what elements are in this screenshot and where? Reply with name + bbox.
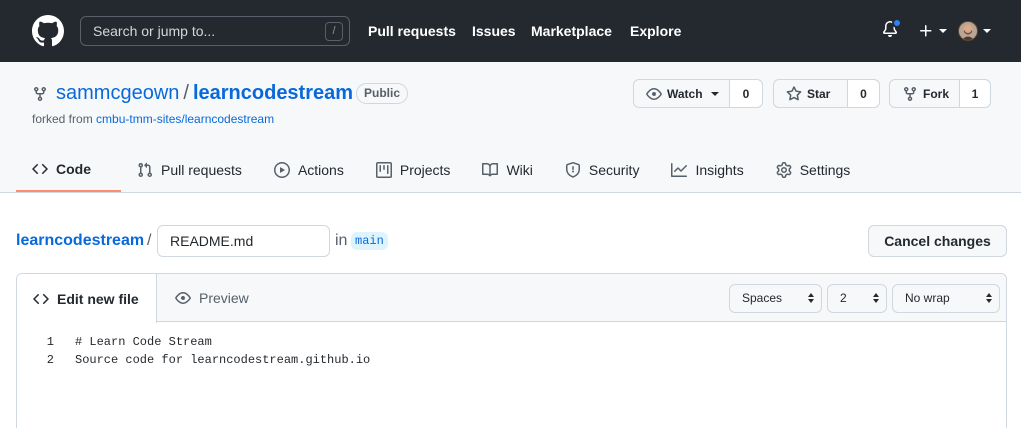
chevron-down-icon [939,29,947,34]
repo-title-separator: / [183,82,189,104]
tab-code-label: Code [56,161,91,177]
breadcrumb-repo-link[interactable]: learncodestream [16,232,144,250]
tab-projects-label: Projects [399,162,451,178]
wrap-mode-select[interactable]: No wrap [892,284,1000,313]
repo-title: sammcgeown / learncodestream [56,82,353,105]
eye-icon [646,87,662,100]
chevron-down-icon [983,29,991,33]
plus-icon [920,25,932,37]
tab-actions[interactable]: Actions [258,148,360,192]
eye-icon [175,292,191,304]
tab-insights[interactable]: Insights [655,148,759,192]
tab-security[interactable]: Security [549,148,656,192]
breadcrumb-separator: / [147,232,152,249]
fork-button[interactable]: Fork 1 [889,79,991,108]
tab-insights-label: Insights [695,162,744,178]
avatar [958,21,978,41]
line-text: # Learn Code Stream [75,335,212,349]
line-number: 1 [46,335,54,349]
watch-count: 0 [730,80,762,107]
nav-pull-requests[interactable]: Pull requests [368,23,456,39]
visibility-badge: Public [356,83,409,104]
play-icon [273,162,290,178]
editor-toolbar: Edit new file Preview Spaces 2 No wrap [17,274,1006,323]
project-icon [375,162,392,178]
code-icon [33,293,49,304]
file-editor: Edit new file Preview Spaces 2 No wrap 1… [16,273,1007,428]
in-label: in [335,232,348,249]
search-placeholder: Search or jump to... [93,23,216,39]
fork-count: 1 [960,80,990,107]
search-input[interactable]: Search or jump to... / [80,16,350,46]
branch-name: main [351,232,388,250]
tab-pull-requests-label: Pull requests [161,162,242,178]
nav-issues[interactable]: Issues [472,23,516,39]
code-icon [32,163,48,175]
nav-marketplace[interactable]: Marketplace [531,23,612,39]
book-icon [482,162,499,177]
indent-mode-value: Spaces [742,291,783,305]
star-count: 0 [848,80,879,107]
graph-icon [671,163,688,177]
code-line: 2 Source code for learncodestream.github… [17,351,1006,369]
star-label: Star [807,86,831,101]
gear-icon [776,162,792,178]
star-icon [786,85,802,100]
code-line: 1 # Learn Code Stream [17,333,1006,351]
search-shortcut-key: / [325,22,343,41]
tab-wiki[interactable]: Wiki [466,148,548,192]
forked-from-line: forked from cmbu-tmm-sites/learncodestre… [32,112,274,126]
nav-explore[interactable]: Explore [630,23,681,39]
tab-preview[interactable]: Preview [159,274,265,322]
watch-label: Watch [667,86,703,101]
github-logo-icon[interactable] [32,15,64,47]
tab-settings[interactable]: Settings [760,148,867,192]
shield-icon [565,162,580,178]
cancel-changes-button[interactable]: Cancel changes [868,225,1007,257]
repo-forked-icon [34,87,46,102]
tab-projects[interactable]: Projects [360,148,467,192]
tab-preview-label: Preview [199,290,249,306]
pull-request-icon [138,162,153,178]
chevron-down-icon [710,91,719,96]
tab-edit-label: Edit new file [57,290,139,307]
tab-code[interactable]: Code [16,148,121,192]
forked-from-prefix: forked from [32,112,93,126]
line-text: Source code for learncodestream.github.i… [75,353,371,367]
global-header: Search or jump to... / Pull requests Iss… [0,0,1021,62]
forked-from-link[interactable]: cmbu-tmm-sites/learncodestream [96,112,274,126]
tab-edit-new-file[interactable]: Edit new file [17,274,157,323]
create-new-menu[interactable] [918,22,947,39]
tab-pull-requests[interactable]: Pull requests [121,148,258,192]
star-button[interactable]: Star 0 [773,79,880,108]
notification-indicator [892,18,902,28]
indent-mode-select[interactable]: Spaces [729,284,822,313]
wrap-mode-value: No wrap [905,291,950,305]
tab-settings-label: Settings [799,162,851,178]
repo-name-link[interactable]: learncodestream [193,82,353,104]
code-area[interactable]: 1 # Learn Code Stream 2 Source code for … [17,333,1006,369]
watch-button[interactable]: Watch 0 [633,79,763,108]
line-number: 2 [46,353,54,367]
tab-actions-label: Actions [297,162,344,178]
user-menu[interactable] [958,21,991,41]
repo-header: sammcgeown / learncodestream Public forked… [0,62,1021,193]
tab-wiki-label: Wiki [506,162,533,178]
filename-input[interactable] [157,225,330,257]
indent-size-value: 2 [840,291,847,305]
fork-label: Fork [922,86,949,101]
tab-security-label: Security [588,162,640,178]
repo-forked-icon [903,86,916,101]
repo-owner-link[interactable]: sammcgeown [56,82,179,104]
indent-size-select[interactable]: 2 [827,284,887,313]
repo-tabs: Code Pull requests Actions Projects Wiki… [16,148,866,192]
